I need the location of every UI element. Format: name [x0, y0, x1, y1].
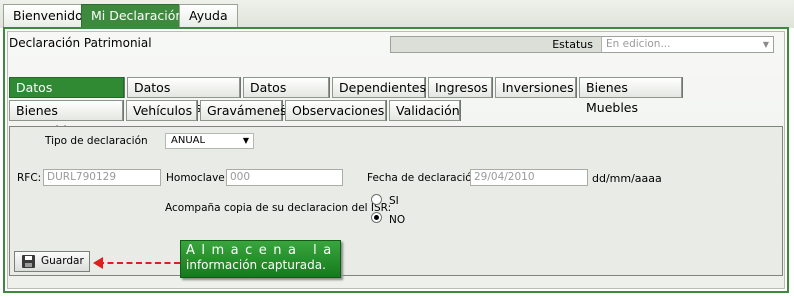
- tab-datos-personales[interactable]: Datos Personales: [127, 77, 240, 115]
- save-button-label: Guardar: [41, 255, 84, 267]
- chevron-down-icon: ▼: [242, 136, 249, 145]
- tipo-declaracion-label: Tipo de declaración: [45, 135, 148, 147]
- fecha-declaracion-label: Fecha de declaración:: [367, 172, 482, 184]
- tab-bienvenido[interactable]: Bienvenido: [3, 4, 93, 28]
- chevron-down-icon: ▼: [762, 40, 769, 49]
- tab-ingresos[interactable]: Ingresos: [428, 77, 492, 98]
- radio-no-label: NO: [389, 214, 406, 226]
- estatus-select[interactable]: En edicion... ▼: [601, 37, 773, 52]
- estatus-box: Estatus En edicion... ▼: [390, 36, 774, 53]
- tab-gravamenes[interactable]: Gravámenes: [200, 100, 287, 121]
- rfc-field[interactable]: DURL790129: [43, 169, 161, 186]
- floppy-disk-icon: [22, 255, 35, 268]
- tab-datos-declaracion[interactable]: Datos Declaración: [9, 77, 124, 115]
- fecha-format-hint: dd/mm/aaaa: [592, 172, 662, 185]
- tab-datos-puesto[interactable]: Datos Puesto: [243, 77, 329, 115]
- arrow-dashed-line: [98, 262, 180, 264]
- callout-line2: información capturada.: [186, 258, 326, 272]
- estatus-label: Estatus: [552, 38, 593, 51]
- homoclave-label: Homoclave:: [166, 172, 229, 184]
- tab-bienes-muebles[interactable]: Bienes Muebles: [579, 77, 682, 115]
- top-tab-strip: Bienvenido Mi Declaración Ayuda: [0, 0, 794, 28]
- fecha-declaracion-field[interactable]: 29/04/2010: [470, 169, 588, 186]
- tab-observaciones[interactable]: Observaciones: [285, 100, 386, 121]
- tab-validacion[interactable]: Validación: [389, 100, 460, 121]
- tab-ayuda[interactable]: Ayuda: [179, 4, 238, 28]
- tipo-declaracion-select[interactable]: ANUAL ▼: [165, 133, 254, 149]
- tab-vehiculos[interactable]: Vehículos: [126, 100, 197, 121]
- tab-inversiones[interactable]: Inversiones: [495, 77, 576, 98]
- radio-si-label: SI: [389, 195, 399, 207]
- tab-mi-declaracion[interactable]: Mi Declaración: [81, 4, 194, 28]
- homoclave-field[interactable]: 000: [226, 169, 343, 186]
- radio-si[interactable]: [371, 194, 382, 205]
- tab-dependientes[interactable]: Dependientes: [332, 77, 426, 98]
- callout-line1: Almacena la: [186, 243, 338, 258]
- rfc-label: RFC:: [17, 172, 42, 184]
- tipo-declaracion-value: ANUAL: [171, 135, 206, 146]
- estatus-value: En edicion...: [606, 38, 671, 50]
- tab-bienes-inmuebles[interactable]: Bienes Inmuebles: [9, 100, 123, 138]
- save-button[interactable]: Guardar: [14, 251, 90, 272]
- isr-question-label: Acompaña copia de su declaracion del ISR…: [165, 202, 392, 214]
- radio-no[interactable]: [371, 212, 382, 223]
- callout-box: Almacena la información capturada.: [180, 240, 341, 278]
- page-title: Declaración Patrimonial: [9, 36, 152, 50]
